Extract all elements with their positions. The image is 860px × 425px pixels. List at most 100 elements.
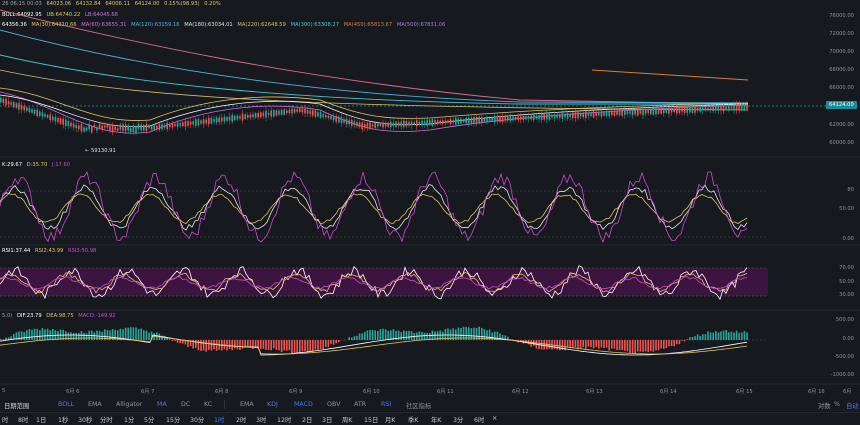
- interval-20[interactable]: 年K: [431, 415, 441, 424]
- macd-bar: [692, 337, 694, 340]
- macd-bar: [96, 331, 98, 340]
- candle: [660, 108, 662, 113]
- macd-bar: [426, 333, 428, 340]
- macd-bar: [3, 339, 5, 340]
- candle: [86, 128, 88, 131]
- indicator-rsi[interactable]: RSI: [381, 401, 391, 408]
- interval-23[interactable]: ×: [492, 415, 497, 422]
- candle: [55, 117, 57, 121]
- indicator-boll[interactable]: BOLL: [58, 401, 74, 408]
- candle: [112, 126, 114, 133]
- interval-11[interactable]: 2时: [236, 415, 246, 424]
- interval-8[interactable]: 15分: [166, 415, 180, 424]
- chart-canvas[interactable]: [0, 0, 860, 424]
- macd-bar: [640, 340, 642, 352]
- candle: [359, 122, 361, 127]
- candle: [268, 113, 270, 115]
- date-range-button[interactable]: 日期范围: [4, 401, 29, 410]
- macd-bar: [86, 333, 88, 340]
- macd-bar: [601, 340, 603, 348]
- percent-scale-toggle[interactable]: %: [834, 401, 840, 408]
- interval-13[interactable]: 12时: [277, 415, 291, 424]
- interval-10[interactable]: 1时: [214, 415, 224, 424]
- interval-6[interactable]: 1分: [124, 415, 134, 424]
- macd-bar: [699, 336, 701, 340]
- log-scale-toggle[interactable]: 对数: [818, 401, 831, 410]
- interval-3[interactable]: 1秒: [58, 415, 68, 424]
- price-tick-72000: 72000.00: [829, 31, 854, 37]
- candle: [328, 116, 330, 118]
- indicator-atr[interactable]: ATR: [354, 401, 366, 408]
- interval-15[interactable]: 3日: [322, 415, 332, 424]
- macd-bar: [408, 331, 410, 340]
- candle: [226, 117, 228, 121]
- macd-bar: [411, 331, 413, 340]
- candle: [307, 110, 309, 114]
- current-price-tag: 64124.00: [826, 101, 857, 109]
- macd-tick-500: 500.00: [836, 317, 854, 323]
- interval-7[interactable]: 5分: [144, 415, 154, 424]
- candle: [624, 111, 626, 115]
- candle: [491, 118, 493, 121]
- interval-21[interactable]: 3分: [453, 415, 463, 424]
- indicator-obv[interactable]: OBV: [327, 401, 340, 408]
- interval-4[interactable]: 30秒: [78, 415, 92, 424]
- candle: [413, 122, 415, 124]
- community-indicator-button[interactable]: 社区指标: [406, 401, 431, 410]
- rsi1-value: RSI1:37.44: [2, 248, 30, 254]
- macd-bar: [619, 340, 621, 350]
- candle: [627, 111, 629, 114]
- interval-19[interactable]: 季K: [408, 415, 418, 424]
- macd-bar: [99, 331, 101, 340]
- interval-0[interactable]: 时: [2, 415, 8, 424]
- candle: [200, 120, 202, 123]
- interval-18[interactable]: 月K: [385, 415, 395, 424]
- date-tick: 6月 15: [736, 388, 753, 395]
- interval-14[interactable]: 2日: [302, 415, 312, 424]
- macd-bar: [684, 340, 686, 341]
- interval-16[interactable]: 周K: [342, 415, 352, 424]
- macd-tick-neg500: -500.00: [834, 354, 854, 360]
- candle: [705, 107, 707, 110]
- candle: [676, 107, 678, 113]
- indicator-alligator[interactable]: Alligator: [116, 401, 142, 408]
- macd-bar: [205, 340, 207, 352]
- interval-12[interactable]: 3时: [256, 415, 266, 424]
- macd-bar: [559, 340, 561, 350]
- macd-bar: [224, 340, 226, 349]
- macd-bar: [309, 340, 311, 352]
- indicator-kdj[interactable]: KDJ: [267, 401, 278, 408]
- indicator-ma[interactable]: MA: [157, 401, 167, 408]
- interval-22[interactable]: 6时: [474, 415, 484, 424]
- candle: [179, 123, 181, 126]
- interval-17[interactable]: 15日: [364, 415, 378, 424]
- interval-9[interactable]: 30分: [190, 415, 204, 424]
- indicator-dc[interactable]: DC: [181, 401, 190, 408]
- macd-bar: [403, 330, 405, 340]
- macd-bar: [658, 340, 660, 350]
- indicator-kc[interactable]: KC: [204, 401, 212, 408]
- macd-bar: [328, 340, 330, 347]
- interval-2[interactable]: 1日: [36, 415, 46, 424]
- candle: [689, 107, 691, 113]
- candle: [517, 116, 519, 119]
- candle: [686, 107, 688, 113]
- indicator-ema-sub[interactable]: EMA: [240, 401, 254, 408]
- interval-5[interactable]: 分时: [100, 415, 113, 424]
- indicator-macd[interactable]: MACD: [294, 401, 313, 408]
- candle: [468, 118, 470, 124]
- indicator-ema[interactable]: EMA: [88, 401, 102, 408]
- candle: [338, 117, 340, 123]
- candle: [699, 106, 701, 111]
- candle: [234, 116, 236, 120]
- date-tick: 6月 16: [808, 388, 825, 395]
- macd-bar: [242, 340, 244, 349]
- candle: [429, 120, 431, 125]
- macd-bar: [52, 329, 54, 340]
- candle: [577, 112, 579, 118]
- macd-bar: [616, 340, 618, 350]
- macd-bar: [608, 340, 610, 351]
- macd-bar: [172, 340, 174, 341]
- interval-1[interactable]: 8时: [18, 415, 28, 424]
- auto-scale-toggle[interactable]: 自动: [846, 401, 859, 410]
